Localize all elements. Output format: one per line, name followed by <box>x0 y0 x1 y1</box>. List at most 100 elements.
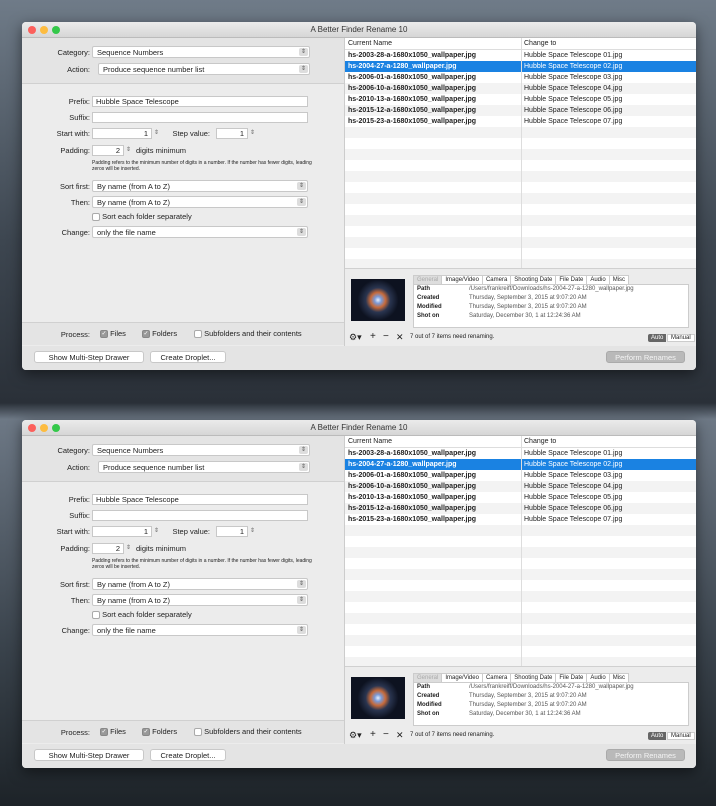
zoom-button[interactable] <box>52 424 60 432</box>
padding-label: Padding: <box>60 544 90 553</box>
stepper-arrows-icon: ⇕ <box>297 626 306 634</box>
then-select[interactable]: By name (from A to Z) ⇕ <box>92 594 308 606</box>
suffix-input[interactable] <box>92 510 308 521</box>
manual-toggle[interactable]: Manual <box>667 732 695 740</box>
prefix-input[interactable]: Hubble Space Telescope <box>92 96 308 107</box>
current-name-cell: hs-2006-01-a-1680x1050_wallpaper.jpg <box>348 472 477 479</box>
files-label: Files <box>110 727 126 736</box>
category-select[interactable]: Sequence Numbers ⇕ <box>92 444 310 456</box>
minimize-button[interactable] <box>40 424 48 432</box>
show-drawer-button[interactable]: Show Multi-Step Drawer <box>34 749 144 761</box>
category-value: Sequence Numbers <box>97 446 164 455</box>
change-value: only the file name <box>97 228 156 237</box>
category-select[interactable]: Sequence Numbers ⇕ <box>92 46 310 58</box>
step-input[interactable]: 1 <box>216 526 248 537</box>
perform-renames-button[interactable]: Perform Renames <box>606 749 685 761</box>
create-droplet-button[interactable]: Create Droplet... <box>150 351 226 363</box>
current-name-cell: hs-2015-12-a-1680x1050_wallpaper.jpg <box>348 107 477 114</box>
step-label: Step value: <box>172 129 210 138</box>
gear-icon[interactable]: ⚙▾ <box>349 730 362 741</box>
column-current-name[interactable]: Current Name <box>348 438 392 445</box>
prefix-input[interactable]: Hubble Space Telescope <box>92 494 308 505</box>
then-select[interactable]: By name (from A to Z) ⇕ <box>92 196 308 208</box>
step-input[interactable]: 1 <box>216 128 248 139</box>
sort-first-value: By name (from A to Z) <box>97 182 170 191</box>
process-bar: Process: ✓ Files ✓ Folders Subfolders an… <box>22 720 344 743</box>
info-row: Path/Users/frankreiff/Downloads/hs-2004-… <box>414 683 688 692</box>
checkbox-icon <box>194 330 202 339</box>
show-drawer-button[interactable]: Show Multi-Step Drawer <box>34 351 144 363</box>
padding-stepper[interactable]: ⇕ <box>126 146 131 153</box>
action-select[interactable]: Produce sequence number list ⇕ <box>98 461 310 473</box>
minimize-button[interactable] <box>40 26 48 34</box>
folders-checkbox[interactable]: ✓ Folders <box>142 329 178 339</box>
add-icon[interactable]: + <box>370 331 376 342</box>
stepper-arrows-icon: ⇕ <box>299 446 308 454</box>
folders-label: Folders <box>152 329 178 338</box>
padding-stepper[interactable]: ⇕ <box>126 544 131 551</box>
sort-folder-checkbox[interactable]: Sort each folder separately <box>92 610 192 620</box>
padding-input[interactable]: 2 <box>92 145 124 156</box>
sort-first-label: Sort first: <box>59 182 90 191</box>
info-row: Shot on Saturday, December 30, 1 at 12:24… <box>414 312 688 321</box>
stepper-arrows-icon: ⇕ <box>297 198 306 206</box>
step-stepper[interactable]: ⇕ <box>250 527 255 534</box>
create-droplet-button[interactable]: Create Droplet... <box>150 749 226 761</box>
change-to-cell: Hubble Space Telescope 07.jpg <box>524 118 623 125</box>
column-current-name[interactable]: Current Name <box>348 40 392 47</box>
subfolders-checkbox[interactable]: Subfolders and their contents <box>194 727 302 737</box>
stepper-arrows-icon: ⇕ <box>299 48 308 56</box>
padding-note: Padding refers to the minimum number of … <box>92 160 312 172</box>
manual-toggle[interactable]: Manual <box>667 334 695 342</box>
window-title: A Better Finder Rename 10 <box>310 25 408 34</box>
prefix-label: Prefix: <box>68 97 90 106</box>
files-checkbox[interactable]: ✓ Files <box>100 329 126 339</box>
preview-panel: Current Name Change to hs-2003-28-a-1680… <box>344 38 696 346</box>
auto-toggle[interactable]: Auto <box>648 334 667 342</box>
current-name-cell: hs-2015-23-a-1680x1050_wallpaper.jpg <box>348 118 477 125</box>
perform-renames-button[interactable]: Perform Renames <box>606 351 685 363</box>
change-select[interactable]: only the file name ⇕ <box>92 226 308 238</box>
settings-panel: Category: Sequence Numbers ⇕ Action: Prod… <box>22 436 344 720</box>
add-icon[interactable]: + <box>370 729 376 740</box>
change-to-cell: Hubble Space Telescope 03.jpg <box>524 74 623 81</box>
sort-first-select[interactable]: By name (from A to Z) ⇕ <box>92 578 308 590</box>
process-label: Process: <box>60 330 90 339</box>
sort-first-select[interactable]: By name (from A to Z) ⇕ <box>92 180 308 192</box>
sort-folder-checkbox[interactable]: Sort each folder separately <box>92 212 192 222</box>
files-label: Files <box>110 329 126 338</box>
status-text: 7 out of 7 items need renaming. <box>410 732 495 738</box>
checkbox-icon <box>92 213 100 222</box>
gear-icon[interactable]: ⚙▾ <box>349 332 362 343</box>
current-name-cell: hs-2006-01-a-1680x1050_wallpaper.jpg <box>348 74 477 81</box>
files-checkbox[interactable]: ✓ Files <box>100 727 126 737</box>
column-change-to[interactable]: Change to <box>524 438 556 445</box>
clear-icon[interactable]: ✕ <box>396 332 404 343</box>
remove-icon[interactable]: − <box>383 729 389 740</box>
action-label: Action: <box>67 463 90 472</box>
folders-checkbox[interactable]: ✓ Folders <box>142 727 177 737</box>
remove-icon[interactable]: − <box>383 331 389 342</box>
step-stepper[interactable]: ⇕ <box>250 129 255 136</box>
step-label: Step value: <box>172 527 210 536</box>
action-select[interactable]: Produce sequence number list ⇕ <box>98 63 310 75</box>
close-button[interactable] <box>28 424 36 432</box>
subfolders-checkbox[interactable]: Subfolders and their contents <box>194 329 302 339</box>
process-label: Process: <box>60 728 90 737</box>
info-value: Thursday, September 3, 2015 at 9:07:20 A… <box>469 304 587 310</box>
zoom-button[interactable] <box>52 26 60 34</box>
info-key: Modified <box>417 304 442 310</box>
prefix-label: Prefix: <box>68 495 90 504</box>
padding-input[interactable]: 2 <box>92 543 124 554</box>
info-table: Path/Users/frankreiff/Downloads/hs-2004-… <box>413 682 689 726</box>
clear-icon[interactable]: ✕ <box>396 730 404 741</box>
close-button[interactable] <box>28 26 36 34</box>
info-value: /Users/frankreiff/Downloads/hs-2004-27-a… <box>469 684 634 690</box>
app-window: A Better Finder Rename 10 Category: Sequ… <box>22 22 696 370</box>
suffix-input[interactable] <box>92 112 308 123</box>
info-value: Thursday, September 3, 2015 at 9:07:20 A… <box>469 702 587 708</box>
column-change-to[interactable]: Change to <box>524 40 556 47</box>
auto-toggle[interactable]: Auto <box>648 732 667 740</box>
change-select[interactable]: only the file name ⇕ <box>92 624 308 636</box>
info-row: Shot on Saturday, December 30, 1 at 12:24… <box>414 710 688 719</box>
